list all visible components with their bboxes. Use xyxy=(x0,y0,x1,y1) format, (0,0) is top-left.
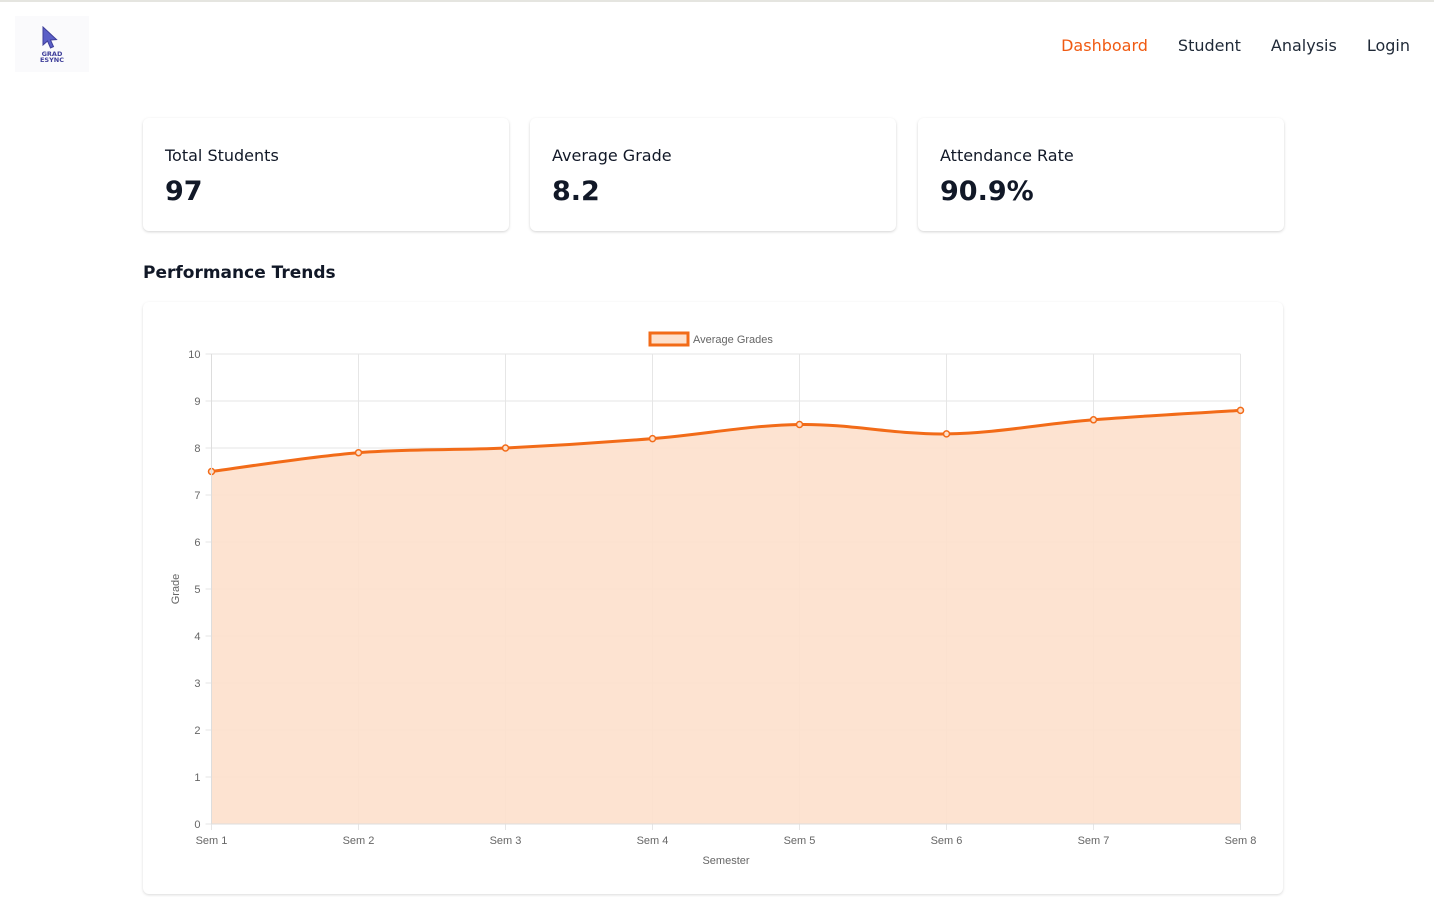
data-point xyxy=(648,434,657,443)
y-axis-title: Grade xyxy=(170,574,182,605)
x-axis-title: Semester xyxy=(702,855,749,867)
nav-login[interactable]: Login xyxy=(1367,36,1410,55)
main-nav: Dashboard Student Analysis Login xyxy=(1031,36,1410,55)
cursor-icon xyxy=(42,25,58,49)
stat-value: 90.9% xyxy=(940,176,1034,207)
x-tick-label: Sem 4 xyxy=(637,835,669,847)
x-tick-label: Sem 7 xyxy=(1078,835,1110,847)
x-tick-label: Sem 6 xyxy=(931,835,963,847)
data-point xyxy=(942,430,951,438)
stat-value: 8.2 xyxy=(552,176,600,207)
y-tick-label: 2 xyxy=(194,725,200,737)
top-border xyxy=(0,0,1434,2)
y-tick-label: 3 xyxy=(194,678,200,690)
nav-student[interactable]: Student xyxy=(1178,36,1241,55)
stat-card-attendance-rate: Attendance Rate 90.9% xyxy=(918,118,1284,231)
stat-label: Attendance Rate xyxy=(940,146,1074,165)
y-tick-label: 7 xyxy=(194,490,200,502)
data-point xyxy=(795,420,804,429)
stat-label: Average Grade xyxy=(552,146,672,165)
performance-chart-card: 0 1 2 3 4 5 6 7 8 9 10 Sem 1 Sem 2 Sem 3 Sem 4 Sem 5 Sem… xyxy=(143,302,1283,894)
legend-swatch xyxy=(648,331,690,347)
x-tick-label: Sem 2 xyxy=(343,835,375,847)
y-tick-label: 1 xyxy=(194,772,200,784)
data-point xyxy=(1089,416,1098,424)
stat-card-average-grade: Average Grade 8.2 xyxy=(530,118,896,231)
x-tick-label: Sem 8 xyxy=(1225,835,1257,847)
stat-card-total-students: Total Students 97 xyxy=(143,118,509,231)
stat-label: Total Students xyxy=(165,146,279,165)
y-tick-label: 4 xyxy=(194,631,200,643)
x-tick-label: Sem 3 xyxy=(490,835,522,847)
x-tick-label: Sem 5 xyxy=(784,835,816,847)
section-title: Performance Trends xyxy=(143,263,336,283)
x-tick-label: Sem 1 xyxy=(196,835,228,847)
y-tick-label: 5 xyxy=(194,584,200,596)
y-tick-label: 10 xyxy=(188,349,200,361)
y-tick-label: 8 xyxy=(194,443,200,455)
y-tick-label: 6 xyxy=(194,537,200,549)
logo-text-line2: ESYNC xyxy=(39,55,65,64)
series-area xyxy=(211,410,1241,824)
nav-dashboard[interactable]: Dashboard xyxy=(1061,36,1148,55)
logo-text: GRAD ESYNC xyxy=(39,50,65,64)
app-logo[interactable]: GRAD ESYNC xyxy=(15,16,89,72)
data-point xyxy=(501,444,510,452)
data-point xyxy=(1236,406,1245,415)
performance-chart: 0 1 2 3 4 5 6 7 8 9 10 Sem 1 Sem 2 Sem 3 Sem 4 Sem 5 Sem… xyxy=(170,331,1257,867)
stat-value: 97 xyxy=(165,176,203,207)
nav-analysis[interactable]: Analysis xyxy=(1271,36,1337,55)
data-point xyxy=(354,448,363,457)
y-tick-label: 0 xyxy=(194,819,200,831)
y-tick-label: 9 xyxy=(194,396,200,408)
legend-label: Average Grades xyxy=(693,334,773,346)
